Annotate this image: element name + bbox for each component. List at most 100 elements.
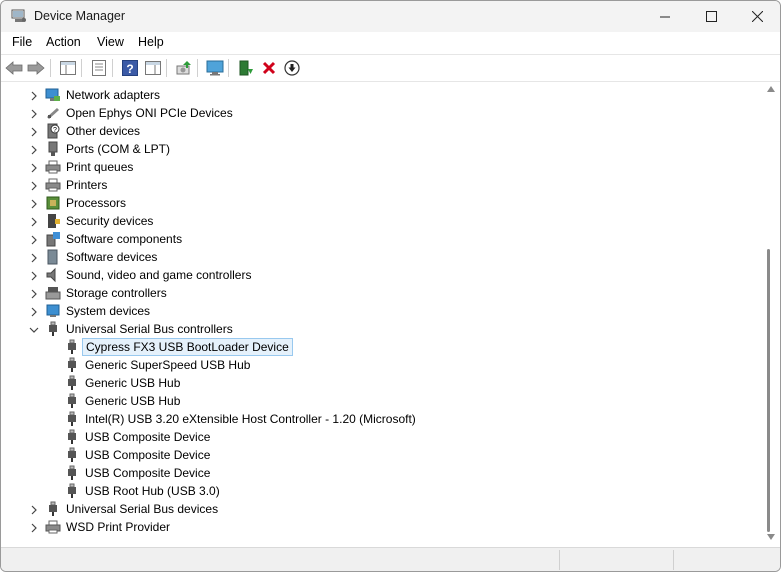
selected-device-label[interactable]: Cypress FX3 USB BootLoader Device <box>82 338 293 356</box>
chevron-right-icon[interactable] <box>29 235 39 245</box>
menu-file[interactable]: File <box>10 35 34 49</box>
expand-toggle[interactable] <box>29 270 39 281</box>
tree-category-item[interactable]: Universal Serial Bus controllers <box>2 320 762 338</box>
chevron-right-icon[interactable] <box>29 505 39 515</box>
tree-category-item[interactable]: System devices <box>2 302 762 320</box>
chevron-right-icon[interactable] <box>29 307 39 317</box>
title-bar[interactable]: Device Manager <box>1 1 780 32</box>
chevron-right-icon[interactable] <box>29 163 39 173</box>
tree-item-label[interactable]: Print queues <box>63 159 136 175</box>
tree-item-label[interactable]: Open Ephys ONI PCIe Devices <box>63 105 236 121</box>
tree-child-item[interactable]: Cypress FX3 USB BootLoader Device <box>2 338 762 356</box>
back-button[interactable] <box>4 58 24 78</box>
action-pane-button[interactable] <box>143 58 163 78</box>
expand-toggle[interactable] <box>29 504 39 515</box>
tree-item-label[interactable]: Storage controllers <box>63 285 170 301</box>
tree-item-label[interactable]: USB Composite Device <box>82 429 213 445</box>
tree-item-label[interactable]: WSD Print Provider <box>63 519 173 535</box>
forward-button[interactable] <box>26 58 46 78</box>
tree-category-item[interactable]: Printers <box>2 176 762 194</box>
expand-toggle[interactable] <box>29 180 39 191</box>
tree-category-item[interactable]: Ports (COM & LPT) <box>2 140 762 158</box>
chevron-right-icon[interactable] <box>29 109 39 119</box>
show-hide-console-tree-button[interactable] <box>58 58 78 78</box>
chevron-right-icon[interactable] <box>29 253 39 263</box>
expand-toggle[interactable] <box>29 198 39 209</box>
tree-category-item[interactable]: Security devices <box>2 212 762 230</box>
update-driver-button[interactable] <box>174 58 194 78</box>
properties-button[interactable] <box>89 58 109 78</box>
chevron-right-icon[interactable] <box>29 217 39 227</box>
maximize-button[interactable] <box>688 1 734 32</box>
tree-item-label[interactable]: USB Composite Device <box>82 447 213 463</box>
expand-toggle[interactable] <box>29 306 39 317</box>
tree-child-item[interactable]: Generic SuperSpeed USB Hub <box>2 356 762 374</box>
tree-category-item[interactable]: Universal Serial Bus devices <box>2 500 762 518</box>
chevron-right-icon[interactable] <box>29 271 39 281</box>
expand-toggle[interactable] <box>29 522 39 533</box>
menu-view[interactable]: View <box>95 35 126 49</box>
close-button[interactable] <box>734 1 780 32</box>
tree-item-label[interactable]: Generic USB Hub <box>82 393 183 409</box>
vertical-scrollbar[interactable] <box>763 84 779 544</box>
tree-category-item[interactable]: Open Ephys ONI PCIe Devices <box>2 104 762 122</box>
tree-item-label[interactable]: Software components <box>63 231 185 247</box>
tree-child-item[interactable]: USB Composite Device <box>2 428 762 446</box>
enable-device-button[interactable] <box>236 58 256 78</box>
tree-category-item[interactable]: Software components <box>2 230 762 248</box>
tree-item-label[interactable]: Universal Serial Bus devices <box>63 501 221 517</box>
tree-category-item[interactable]: WSD Print Provider <box>2 518 762 536</box>
tree-category-item[interactable]: ? Other devices <box>2 122 762 140</box>
tree-item-label[interactable]: Universal Serial Bus controllers <box>63 321 236 337</box>
tree-item-label[interactable]: USB Root Hub (USB 3.0) <box>82 483 223 499</box>
disable-device-button[interactable] <box>282 58 302 78</box>
tree-child-item[interactable]: Generic USB Hub <box>2 392 762 410</box>
expand-toggle[interactable] <box>29 324 39 334</box>
tree-item-label[interactable]: Sound, video and game controllers <box>63 267 254 283</box>
tree-category-item[interactable]: Sound, video and game controllers <box>2 266 762 284</box>
chevron-right-icon[interactable] <box>29 91 39 101</box>
menu-action[interactable]: Action <box>44 35 83 49</box>
tree-child-item[interactable]: Generic USB Hub <box>2 374 762 392</box>
tree-item-label[interactable]: Other devices <box>63 123 143 139</box>
scroll-up-icon[interactable] <box>767 86 775 92</box>
tree-item-label[interactable]: Generic SuperSpeed USB Hub <box>82 357 253 373</box>
expand-toggle[interactable] <box>29 90 39 101</box>
chevron-right-icon[interactable] <box>29 199 39 209</box>
expand-toggle[interactable] <box>29 108 39 119</box>
tree-child-item[interactable]: USB Root Hub (USB 3.0) <box>2 482 762 500</box>
tree-category-item[interactable]: Print queues <box>2 158 762 176</box>
chevron-right-icon[interactable] <box>29 181 39 191</box>
scrollbar-thumb[interactable] <box>767 249 770 532</box>
expand-toggle[interactable] <box>29 144 39 155</box>
expand-toggle[interactable] <box>29 126 39 137</box>
tree-category-item[interactable]: Storage controllers <box>2 284 762 302</box>
chevron-right-icon[interactable] <box>29 127 39 137</box>
tree-child-item[interactable]: USB Composite Device <box>2 464 762 482</box>
chevron-right-icon[interactable] <box>29 145 39 155</box>
expand-toggle[interactable] <box>29 162 39 173</box>
tree-item-label[interactable]: Software devices <box>63 249 160 265</box>
expand-toggle[interactable] <box>29 288 39 299</box>
tree-item-label[interactable]: Processors <box>63 195 129 211</box>
tree-category-item[interactable]: Processors <box>2 194 762 212</box>
expand-toggle[interactable] <box>29 216 39 227</box>
tree-child-item[interactable]: USB Composite Device <box>2 446 762 464</box>
device-tree[interactable]: Network adapters Open Ephys ONI PCIe Devi… <box>2 84 762 544</box>
tree-child-item[interactable]: Intel(R) USB 3.20 eXtensible Host Contro… <box>2 410 762 428</box>
tree-item-label[interactable]: Network adapters <box>63 87 163 103</box>
tree-item-label[interactable]: System devices <box>63 303 153 319</box>
chevron-right-icon[interactable] <box>29 523 39 533</box>
expand-toggle[interactable] <box>29 234 39 245</box>
tree-item-label[interactable]: USB Composite Device <box>82 465 213 481</box>
tree-item-label[interactable]: Security devices <box>63 213 156 229</box>
tree-item-label[interactable]: Printers <box>63 177 110 193</box>
scroll-down-icon[interactable] <box>767 534 775 540</box>
tree-category-item[interactable]: Software devices <box>2 248 762 266</box>
menu-help[interactable]: Help <box>136 35 166 49</box>
minimize-button[interactable] <box>642 1 688 32</box>
chevron-down-icon[interactable] <box>29 325 39 335</box>
tree-item-label[interactable]: Ports (COM & LPT) <box>63 141 173 157</box>
tree-item-label[interactable]: Generic USB Hub <box>82 375 183 391</box>
expand-toggle[interactable] <box>29 252 39 263</box>
